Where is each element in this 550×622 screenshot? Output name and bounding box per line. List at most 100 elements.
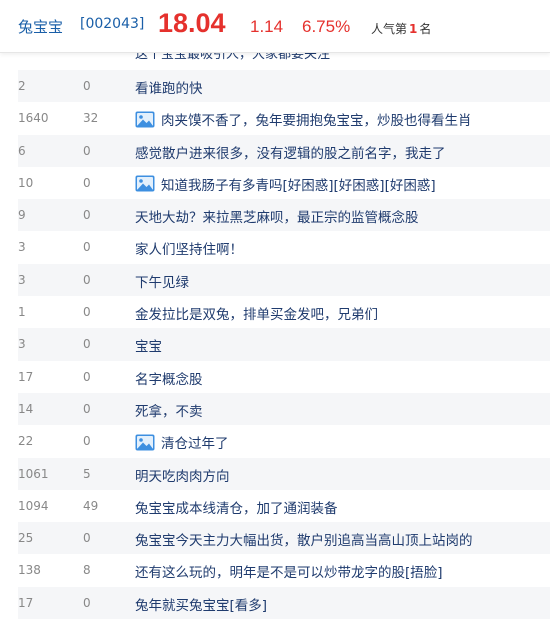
post-title-text: 感觉散户进来很多，没有逻辑的股之前名字，我走了 <box>135 145 446 162</box>
reply-count: 0 <box>83 272 91 287</box>
post-row: 1 0 金发拉比是双兔，排单买金发吧，兄弟们 <box>18 296 550 328</box>
read-count: 3 <box>18 240 26 255</box>
read-count: 6 <box>18 143 26 158</box>
post-title-text: 还有这么玩的，明年是不是可以炒带龙字的股[捂脸] <box>135 565 443 582</box>
reply-count: 0 <box>83 595 91 610</box>
reply-count: 8 <box>83 563 91 578</box>
post-title-link[interactable]: 名字概念股 <box>135 368 203 388</box>
post-title[interactable]: 这个宝宝最吸引人，大家都要关注 <box>135 52 330 60</box>
post-title-text: 下午见绿 <box>135 274 189 291</box>
post-row: 9 0 天地大劫？来拉黑芝麻呗，最正宗的监管概念股 <box>18 199 550 232</box>
post-title-text: 兔宝宝成本线清仓，加了通润装备 <box>135 500 338 517</box>
post-title-link[interactable]: 兔宝宝今天主力大幅出货，散户别追高当高山顶上站岗的 <box>135 529 473 549</box>
read-count: 138 <box>18 563 41 578</box>
read-count: 1094 <box>18 498 49 513</box>
reply-count: 0 <box>83 208 91 223</box>
post-row: 10 0 知道我肠子有多青吗[好困惑][好困惑][好困惑] <box>18 167 550 199</box>
stock-name-link[interactable]: 兔宝宝 <box>18 16 63 37</box>
post-row: 17 0 名字概念股 <box>18 361 550 393</box>
post-row: 1094 49 兔宝宝成本线清仓，加了通润装备 <box>18 490 550 522</box>
reply-count: 0 <box>83 401 91 416</box>
post-row: 25 0 兔宝宝今天主力大幅出货，散户别追高当高山顶上站岗的 <box>18 522 550 555</box>
post-title-text: 看谁跑的快 <box>135 81 203 97</box>
post-title-text: 兔宝宝今天主力大幅出货，散户别追高当高山顶上站岗的 <box>135 533 473 550</box>
post-row: 138 8 还有这么玩的，明年是不是可以炒带龙字的股[捂脸] <box>18 554 550 586</box>
stock-price: 18.04 <box>158 8 226 38</box>
reply-count: 5 <box>83 466 91 481</box>
price-change-percent: 6.75% <box>302 17 351 36</box>
image-icon <box>135 111 155 128</box>
post-row: 3 0 宝宝 <box>18 328 550 361</box>
post-row: 14 0 死拿，不卖 <box>18 392 550 426</box>
image-icon <box>135 434 155 451</box>
reply-count: 49 <box>83 498 99 513</box>
post-title-link[interactable]: 宝宝 <box>135 335 162 355</box>
post-title-link[interactable]: 肉夹馍不香了，兔年要拥抱兔宝宝，炒股也得看生肖 <box>135 109 472 129</box>
read-count: 9 <box>18 208 26 223</box>
post-title-link[interactable]: 兔年就买兔宝宝[看多] <box>135 594 267 614</box>
post-title-link[interactable]: 明天吃肉肉方向 <box>135 465 230 485</box>
post-title-text: 兔年就买兔宝宝[看多] <box>135 597 268 614</box>
post-title-link[interactable]: 看谁跑的快 <box>135 77 203 97</box>
post-row: 1061 5 明天吃肉肉方向 <box>18 457 550 490</box>
read-count: 1 <box>18 305 26 320</box>
price-change: 1.14 <box>250 17 284 36</box>
read-count: 17 <box>18 369 34 384</box>
stock-code: [002043] <box>80 16 145 32</box>
post-title-link[interactable]: 兔宝宝成本线清仓，加了通润装备 <box>135 497 338 517</box>
post-row: 22 0 清仓过年了 <box>18 425 550 457</box>
read-count: 25 <box>18 531 34 546</box>
reply-count: 0 <box>83 240 91 255</box>
read-count: 2 <box>18 79 26 93</box>
reply-count: 0 <box>83 531 91 546</box>
post-row: 3 0 家人们坚持住啊！ <box>18 231 550 263</box>
post-title-link[interactable]: 清仓过年了 <box>135 432 229 452</box>
reply-count: 0 <box>83 79 91 93</box>
post-row: 3 0 下午见绿 <box>18 263 550 297</box>
post-title-link[interactable]: 家人们坚持住啊！ <box>135 238 243 258</box>
read-count: 14 <box>18 401 34 416</box>
reply-count: 0 <box>83 337 91 352</box>
partial-post-row: 这个宝宝最吸引人，大家都要关注 <box>18 52 550 60</box>
post-title-text: 家人们坚持住啊！ <box>135 242 243 259</box>
reply-count: 0 <box>83 143 91 158</box>
post-row: 6 0 感觉散户进来很多，没有逻辑的股之前名字，我走了 <box>18 134 550 167</box>
popularity-suffix: 名 <box>419 22 432 36</box>
read-count: 1061 <box>18 466 49 481</box>
post-title-link[interactable]: 知道我肠子有多青吗[好困惑][好困惑][好困惑] <box>135 174 436 194</box>
reply-count: 32 <box>83 111 99 126</box>
post-title-text: 金发拉比是双兔，排单买金发吧，兄弟们 <box>135 307 378 324</box>
popularity-rank: 人气第 1 名 <box>371 20 431 37</box>
reply-count: 0 <box>83 369 91 384</box>
post-list: 2 0 看谁跑的快 1640 32 肉夹馍不香了，兔年要拥抱兔宝宝，炒股也得看生肖 6 0 感觉… <box>18 70 550 620</box>
post-title-text: 宝宝 <box>135 339 162 356</box>
post-title-link[interactable]: 天地大劫？来拉黑芝麻呗，最正宗的监管概念股 <box>135 206 419 226</box>
post-title-text: 死拿，不卖 <box>135 403 203 420</box>
reply-count: 0 <box>83 175 91 190</box>
reply-count: 0 <box>83 434 91 449</box>
read-count: 17 <box>18 595 34 610</box>
popularity-prefix: 人气第 <box>371 22 408 36</box>
post-title-text: 名字概念股 <box>135 371 203 388</box>
post-title-text: 清仓过年了 <box>161 436 229 453</box>
post-title-text: 天地大劫？来拉黑芝麻呗，最正宗的监管概念股 <box>135 210 419 227</box>
post-title-link[interactable]: 感觉散户进来很多，没有逻辑的股之前名字，我走了 <box>135 142 446 162</box>
post-title-text: 知道我肠子有多青吗[好困惑][好困惑][好困惑] <box>161 177 436 194</box>
read-count: 1640 <box>18 111 49 126</box>
popularity-rank-number: 1 <box>409 22 418 36</box>
post-title-text: 明天吃肉肉方向 <box>135 468 230 485</box>
stock-header: 兔宝宝 [002043] 18.04 1.14 6.75% 人气第 1 名 <box>0 0 550 53</box>
post-title-link[interactable]: 还有这么玩的，明年是不是可以炒带龙字的股[捂脸] <box>135 561 443 581</box>
reply-count: 0 <box>83 305 91 320</box>
post-title-link[interactable]: 金发拉比是双兔，排单买金发吧，兄弟们 <box>135 303 378 323</box>
post-row: 1640 32 肉夹馍不香了，兔年要拥抱兔宝宝，炒股也得看生肖 <box>18 102 550 134</box>
post-row: 2 0 看谁跑的快 <box>18 70 550 103</box>
read-count: 22 <box>18 434 34 449</box>
post-title-link[interactable]: 下午见绿 <box>135 271 189 291</box>
read-count: 3 <box>18 272 26 287</box>
post-title-link[interactable]: 死拿，不卖 <box>135 400 203 420</box>
post-row: 17 0 兔年就买兔宝宝[看多] <box>18 586 550 620</box>
post-title-text: 肉夹馍不香了，兔年要拥抱兔宝宝，炒股也得看生肖 <box>161 113 472 130</box>
image-icon <box>135 175 155 192</box>
read-count: 3 <box>18 337 26 352</box>
